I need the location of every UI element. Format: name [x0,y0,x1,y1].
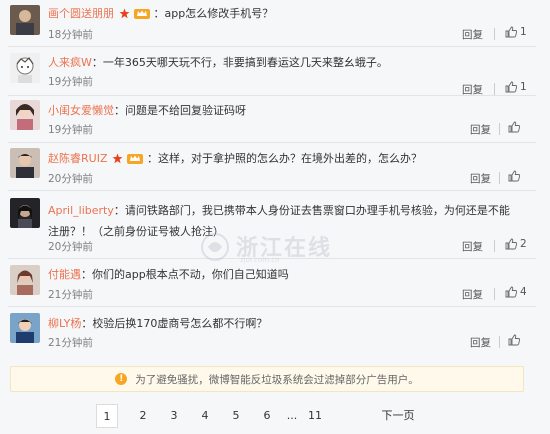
like-button[interactable]: 1 [505,81,527,93]
vip-crown-icon [134,8,150,23]
comment-time: 20分钟前 [48,241,93,253]
comment-time: 19分钟前 [48,76,93,88]
thumbs-up-icon [508,121,520,133]
comment-line: 人来疯W：一年365天哪天玩不行，非要搞到春运这几天来整幺蛾子。 [48,56,534,70]
comment-text: ：你们的app根本点不动，你们自己知道吗 [81,268,289,281]
page-2-link[interactable]: 2 [136,404,150,426]
username-link[interactable]: 赵陈睿RUIZ [48,152,107,165]
avatar[interactable] [10,313,40,343]
reply-button[interactable]: 回复 [462,239,483,254]
comment-panel: 画个圆送朋朋 ：app怎么修改手机号？ 18分钟前 回复 1 人来疯W：一年36… [0,0,550,434]
username-link[interactable]: 付能遇 [48,268,81,281]
like-count: 4 [520,286,527,298]
like-button[interactable] [508,334,523,346]
page-ellipsis: ... [286,408,298,422]
spam-filter-notice: ! 为了避免骚扰，微博智能反垃圾系统会过滤掉部分广告用户。 [10,366,524,392]
reply-button[interactable]: 回复 [462,27,483,42]
divider [8,46,536,47]
like-button[interactable]: 1 [505,26,527,38]
divider [8,95,536,96]
action-separator [499,172,500,184]
like-button[interactable]: 4 [505,286,527,298]
comment-text: ：app怎么修改手机号？ [153,7,274,20]
pagination: 1 2 3 4 5 6 ... 11 下一页 [0,404,550,428]
avatar[interactable] [10,265,40,295]
comment-time: 20分钟前 [48,173,93,185]
like-button[interactable]: 2 [505,238,527,250]
page-3-link[interactable]: 3 [167,404,181,426]
comment-text: ：请问铁路部门，我已携带本人身份证去售票窗口办理手机号核验，为何还是不能注册？！… [48,204,510,238]
like-count: 2 [520,238,527,250]
reply-button[interactable]: 回复 [470,122,491,137]
avatar[interactable] [10,148,40,178]
next-page-button[interactable]: 下一页 [376,404,420,426]
thumbs-up-icon [508,170,520,182]
action-separator [499,336,500,348]
reply-button[interactable]: 回复 [470,335,491,350]
divider [8,306,536,307]
avatar[interactable] [10,53,40,83]
star-icon [112,153,123,168]
like-button[interactable] [508,170,523,182]
thumbs-up-icon [505,81,517,93]
comment-line: 柳LY杨：校验后换170虚商号怎么都不行啊？ [48,317,534,331]
comment-time: 19分钟前 [48,124,93,136]
reply-button[interactable]: 回复 [470,171,491,186]
notice-text: 为了避免骚扰，微博智能反垃圾系统会过滤掉部分广告用户。 [135,373,419,386]
warning-icon: ! [115,373,128,385]
reply-button[interactable]: 回复 [462,287,483,302]
page-5-link[interactable]: 5 [229,404,243,426]
comment-line: April_liberty：请问铁路部门，我已携带本人身份证去售票窗口办理手机号… [48,200,510,242]
username-link[interactable]: 人来疯W [48,56,92,69]
thumbs-up-icon [505,286,517,298]
comment-line: 画个圆送朋朋 ：app怎么修改手机号？ [48,7,534,23]
action-separator [494,288,495,300]
page-4-link[interactable]: 4 [198,404,212,426]
page-11-link[interactable]: 11 [306,404,324,426]
action-separator [494,28,495,40]
comment-line: 小闺女爱懒觉：问题是不给回复验证码呀 [48,104,534,118]
divider [8,190,536,191]
username-link[interactable]: 画个圆送朋朋 [48,7,114,20]
avatar[interactable] [10,5,40,35]
like-button[interactable] [508,121,523,133]
comment-time: 21分钟前 [48,337,93,349]
avatar[interactable] [10,100,40,130]
username-link[interactable]: April_liberty [48,204,114,217]
action-separator [499,123,500,135]
star-icon [119,8,130,23]
like-count: 1 [520,26,527,38]
username-link[interactable]: 柳LY杨 [48,317,81,330]
comment-line: 付能遇：你们的app根本点不动，你们自己知道吗 [48,268,534,282]
comment-text: ：一年365天哪天玩不行，非要搞到春运这几天来整幺蛾子。 [91,56,388,69]
username-link[interactable]: 小闺女爱懒觉 [48,104,114,117]
action-separator [494,240,495,252]
thumbs-up-icon [505,26,517,38]
divider [8,258,536,259]
divider [8,142,536,143]
page-1-link[interactable]: 1 [96,404,118,428]
thumbs-up-icon [508,334,520,346]
comment-text: ：问题是不给回复验证码呀 [114,104,246,117]
page-6-link[interactable]: 6 [260,404,274,426]
action-separator [494,83,495,95]
avatar[interactable] [10,198,40,228]
comment-text: ：校验后换170虚商号怎么都不行啊？ [81,317,268,330]
like-count: 1 [520,81,527,93]
vip-crown-icon [127,153,144,168]
comment-time: 21分钟前 [48,289,93,301]
thumbs-up-icon [505,238,517,250]
comment-text: ：这样，对于拿护照的怎么办？在境外出差的，怎么办？ [146,152,422,165]
comment-time: 18分钟前 [48,29,93,41]
comment-line: 赵陈睿RUIZ ：这样，对于拿护照的怎么办？在境外出差的，怎么办？ [48,152,534,168]
